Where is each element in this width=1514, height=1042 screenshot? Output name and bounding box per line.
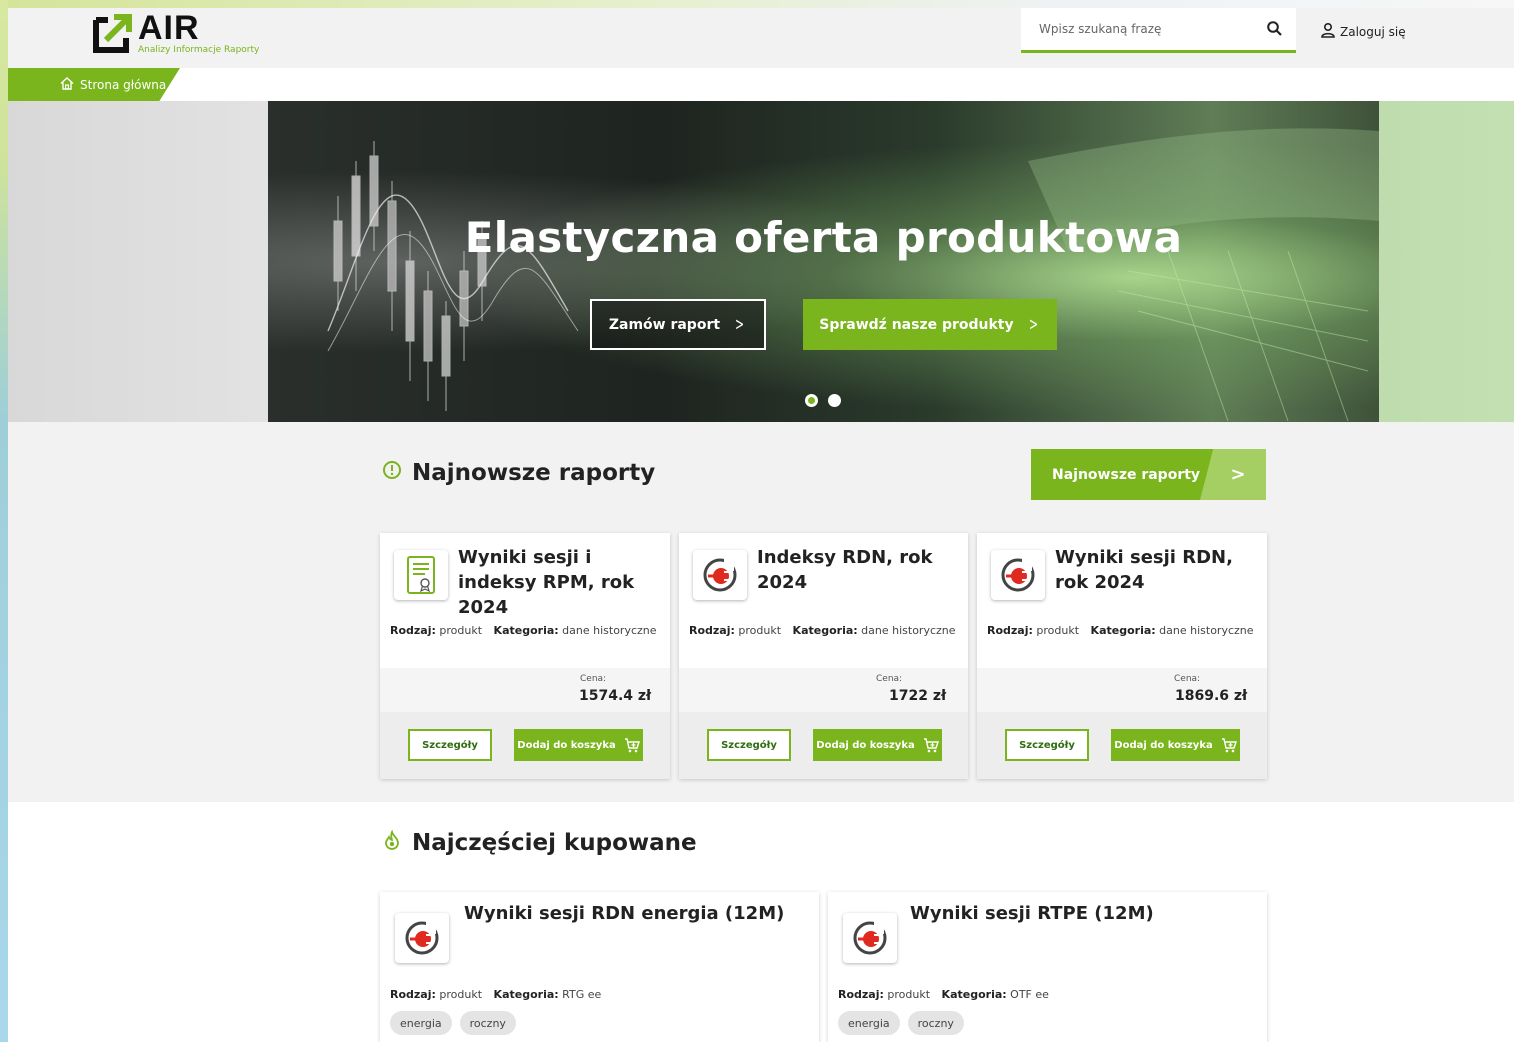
carousel-dot-1[interactable] [805, 394, 818, 407]
report-card-title[interactable]: Wyniki sesji RDN, rok 2024 [1055, 545, 1257, 595]
cart-plus-icon [1221, 737, 1237, 752]
site-header: AIR Analizy Informacje Raporty Zaloguj s… [8, 8, 1514, 68]
cart-plus-icon [923, 737, 939, 752]
add-to-cart-label: Dodaj do koszyka [816, 739, 915, 751]
check-products-label: Sprawdź nasze produkty [819, 316, 1014, 333]
details-button[interactable]: Szczegóły [1005, 729, 1089, 761]
chevron-right-icon: > [735, 314, 745, 335]
latest-reports-heading: Najnowsze raporty [382, 460, 655, 486]
tag[interactable]: roczny [459, 1011, 516, 1035]
power-plug-icon [843, 913, 897, 963]
power-plug-icon [693, 550, 747, 600]
tag-list: energia roczny [390, 1011, 516, 1035]
add-to-cart-button[interactable]: Dodaj do koszyka [514, 729, 643, 761]
tag[interactable]: energia [838, 1011, 900, 1035]
report-card-title[interactable]: Wyniki sesji i indeksy RPM, rok 2024 [458, 545, 660, 620]
report-card: Wyniki sesji RDN, rok 2024 Rodzaj: produ… [977, 533, 1267, 779]
add-to-cart-label: Dodaj do koszyka [517, 739, 616, 751]
price-label: Cena: [580, 674, 607, 684]
most-purchased-title: Najczęściej kupowane [412, 830, 697, 856]
price-band: Cena: 1574.4 zł [380, 668, 670, 712]
desktop-edge-left [0, 0, 8, 1042]
card-actions: Szczegóły Dodaj do koszyka [679, 712, 968, 779]
tag[interactable]: energia [390, 1011, 452, 1035]
latest-reports-title: Najnowsze raporty [412, 460, 656, 486]
breadcrumb-home[interactable]: Strona główna [8, 68, 180, 101]
search-input[interactable] [1021, 8, 1251, 50]
logo-name: AIR [138, 9, 200, 47]
price-value: 1574.4 zł [579, 688, 652, 704]
logo-tagline: Analizy Informacje Raporty [138, 45, 260, 55]
order-report-label: Zamów raport [608, 316, 721, 333]
carousel-dot-2[interactable] [828, 394, 841, 407]
login-link[interactable]: Zaloguj się [1320, 22, 1406, 41]
details-button[interactable]: Szczegóły [707, 729, 791, 761]
tag[interactable]: roczny [907, 1011, 964, 1035]
details-button[interactable]: Szczegóły [408, 729, 492, 761]
tag-list: energia roczny [838, 1011, 964, 1035]
carousel-dots [805, 394, 841, 407]
report-card-meta: Rodzaj: produkt Kategoria: dane historyc… [689, 624, 956, 637]
card-actions: Szczegóły Dodaj do koszyka [977, 712, 1267, 779]
search-box [1021, 8, 1296, 53]
power-plug-icon [395, 913, 449, 963]
breadcrumb-bar: Strona główna [8, 68, 1514, 101]
add-to-cart-button[interactable]: Dodaj do koszyka [1111, 729, 1240, 761]
check-products-button[interactable]: Sprawdź nasze produkty > [803, 299, 1057, 350]
add-to-cart-button[interactable]: Dodaj do koszyka [813, 729, 942, 761]
price-value: 1722 zł [889, 688, 947, 704]
product-card: Wyniki sesji RDN energia (12M) Rodzaj: p… [380, 892, 819, 1042]
product-card-title[interactable]: Wyniki sesji RTPE (12M) [910, 901, 1257, 926]
latest-reports-button-label: Najnowsze raporty [1052, 466, 1201, 483]
chevron-right-icon: > [1200, 449, 1266, 500]
search-icon[interactable] [1266, 20, 1284, 38]
user-icon [1320, 22, 1340, 41]
most-purchased-heading: Najczęściej kupowane [382, 829, 697, 856]
product-card: Wyniki sesji RTPE (12M) Rodzaj: produkt … [828, 892, 1267, 1042]
product-card-meta: Rodzaj: produkt Kategoria: OTF ee [838, 988, 1049, 1001]
home-icon [60, 76, 80, 93]
price-label: Cena: [876, 674, 903, 684]
add-to-cart-label: Dodaj do koszyka [1114, 739, 1213, 751]
card-actions: Szczegóły Dodaj do koszyka [380, 712, 670, 779]
cart-plus-icon [624, 737, 640, 752]
price-band: Cena: 1722 zł [679, 668, 968, 712]
price-band: Cena: 1869.6 zł [977, 668, 1267, 712]
page: AIR Analizy Informacje Raporty Zaloguj s… [8, 8, 1514, 1042]
site-logo[interactable]: AIR Analizy Informacje Raporty [92, 9, 260, 60]
certificate-document-icon [394, 550, 448, 600]
logo-arrow-icon [92, 14, 132, 54]
hero-banner: Elastyczna oferta produktowa Zamów rapor… [268, 101, 1379, 422]
breadcrumb-home-label: Strona główna [80, 77, 167, 92]
report-card-meta: Rodzaj: produkt Kategoria: dane historyc… [987, 624, 1254, 637]
product-card-title[interactable]: Wyniki sesji RDN energia (12M) [464, 901, 809, 926]
chevron-right-icon: > [1028, 314, 1038, 335]
report-card-meta: Rodzaj: produkt Kategoria: dane historyc… [390, 624, 657, 637]
report-card: Wyniki sesji i indeksy RPM, rok 2024 Rod… [380, 533, 670, 779]
product-card-meta: Rodzaj: produkt Kategoria: RTG ee [390, 988, 602, 1001]
price-value: 1869.6 zł [1175, 688, 1248, 704]
clock-alert-icon [382, 460, 412, 486]
report-card: Indeksy RDN, rok 2024 Rodzaj: produkt Ka… [679, 533, 968, 779]
hero-title: Elastyczna oferta produktowa [464, 213, 1183, 262]
power-plug-icon [991, 550, 1045, 600]
order-report-button[interactable]: Zamów raport > [590, 299, 766, 350]
login-label: Zaloguj się [1340, 24, 1406, 39]
price-label: Cena: [1174, 674, 1201, 684]
latest-reports-button[interactable]: Najnowsze raporty > [1031, 449, 1266, 500]
report-card-title[interactable]: Indeksy RDN, rok 2024 [757, 545, 958, 595]
flame-icon [382, 829, 412, 856]
desktop-edge-top [0, 0, 1514, 8]
